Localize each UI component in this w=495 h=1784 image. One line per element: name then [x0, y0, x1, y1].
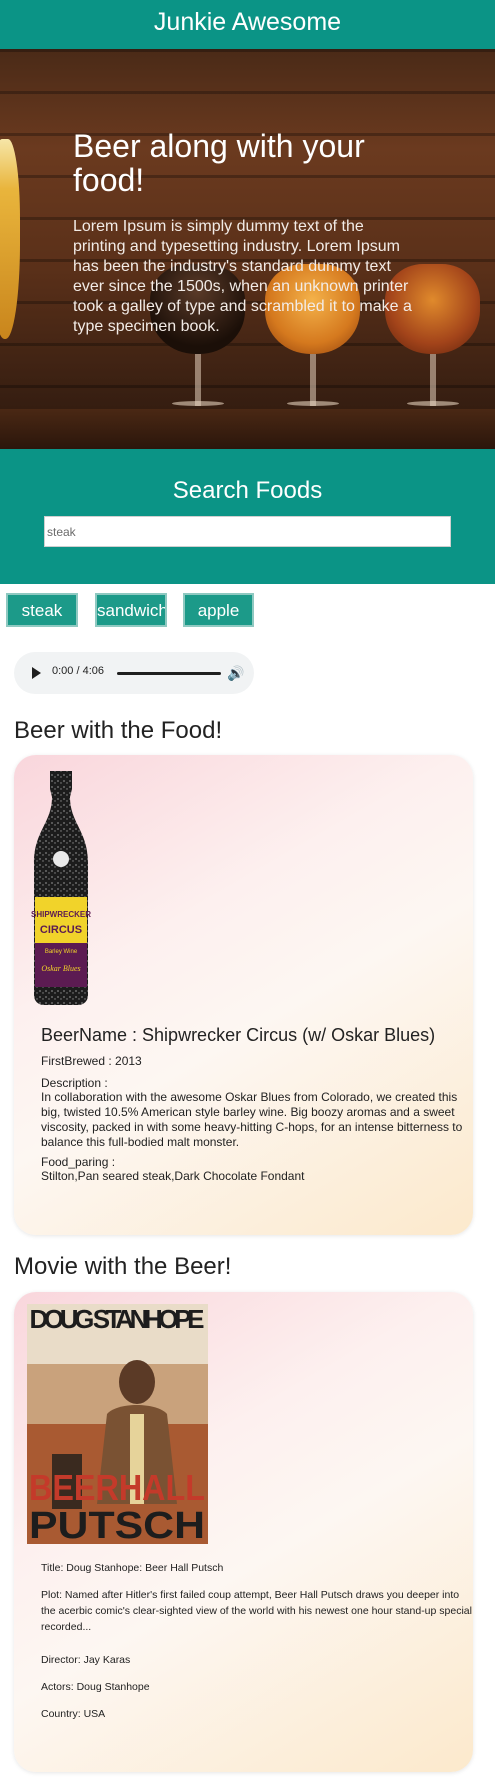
food-pairing: Stilton,Pan seared steak,Dark Chocolate …	[41, 1169, 305, 1183]
movie-plot: Plot: Named after Hitler's first failed …	[41, 1589, 472, 1633]
food-chip-steak[interactable]: steak	[6, 593, 78, 627]
beer-glass-left	[0, 139, 20, 339]
movie-actors: Actors: Doug Stanhope	[41, 1681, 150, 1693]
audio-player[interactable]: 0:00 / 4:06 🔊	[14, 652, 254, 694]
movie-section-title: Movie with the Beer!	[14, 1253, 232, 1280]
app-title: Junkie Awesome	[153, 8, 342, 36]
hero-banner: Beer along with your food! Lorem Ipsum i…	[0, 49, 495, 449]
beer-card: SHIPWRECKER CIRCUS Barley Wine Oskar Blu…	[14, 755, 473, 1235]
food-chip-sandwich[interactable]: sandwich	[95, 593, 167, 627]
volume-icon[interactable]: 🔊	[227, 665, 244, 682]
food-pairing-label: Food_paring :	[41, 1155, 116, 1169]
poster-title-bottom-2: PUTSCH	[29, 1505, 205, 1544]
movie-card: DOUG STANHOPE BEERHALL PUTSCH Title: Dou…	[14, 1292, 473, 1772]
bottle-label-bottom: Oskar Blues	[41, 964, 80, 973]
beer-section-title: Beer with the Food!	[14, 717, 223, 744]
movie-country: Country: USA	[41, 1708, 106, 1720]
bottle-label-mid: CIRCUS	[40, 924, 82, 936]
play-icon[interactable]	[32, 667, 41, 679]
movie-director: Director: Jay Karas	[41, 1654, 131, 1666]
beer-bottle-image: SHIPWRECKER CIRCUS Barley Wine Oskar Blu…	[31, 771, 91, 1005]
bottle-label-sub: Barley Wine	[45, 949, 78, 955]
beer-first-brewed: FirstBrewed : 2013	[41, 1054, 142, 1068]
poster-title-top: DOUG STANHOPE	[30, 1304, 205, 1334]
audio-progress-track[interactable]	[117, 672, 221, 675]
beer-description-label: Description :	[41, 1076, 108, 1090]
search-title: Search Foods	[172, 477, 323, 504]
audio-time: 0:00 / 4:06	[52, 665, 104, 677]
poster-title-bottom-1: BEERHALL	[29, 1467, 205, 1508]
app-header: Junkie Awesome	[0, 0, 495, 49]
search-input[interactable]	[44, 516, 451, 547]
beer-name: BeerName : Shipwrecker Circus (w/ Oskar …	[41, 1025, 436, 1045]
bottle-label-top: SHIPWRECKER	[31, 910, 91, 919]
movie-title: Title: Doug Stanhope: Beer Hall Putsch	[41, 1562, 224, 1574]
hero-text: Lorem Ipsum is simply dummy text of the …	[73, 218, 412, 335]
search-panel: Search Foods	[0, 449, 495, 584]
hero-shelf	[0, 409, 495, 449]
hero-title: Beer along with your food!	[73, 128, 365, 198]
food-chip-apple[interactable]: apple	[183, 593, 254, 627]
beer-description: In collaboration with the awesome Oskar …	[41, 1090, 463, 1149]
movie-poster-image: DOUG STANHOPE BEERHALL PUTSCH	[27, 1304, 208, 1544]
